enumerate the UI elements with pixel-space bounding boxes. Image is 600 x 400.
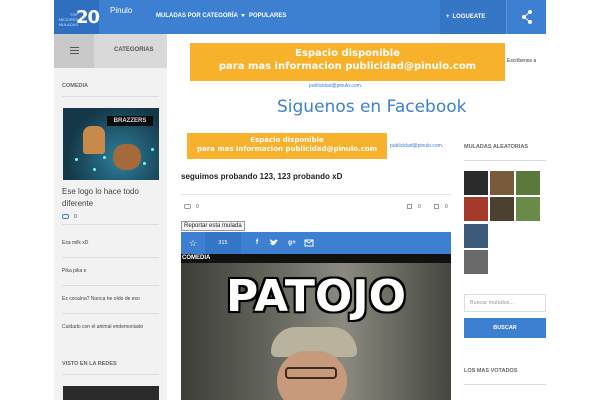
dislike-button[interactable]: 0: [434, 204, 448, 210]
random-thumbnail[interactable]: [490, 171, 514, 195]
ad-side-caption: Escríbenos a: [507, 58, 537, 64]
sidebar-link[interactable]: Es cocaína? Nunca he oído de eso: [62, 296, 140, 302]
sidebar-link[interactable]: Esa milk xD: [62, 240, 88, 246]
top-voted-label: LOS MAS VOTADOS: [464, 368, 518, 374]
thumbs-down-icon: [434, 204, 439, 210]
share-count: 315: [205, 232, 241, 254]
meme-caption: PATOJO: [225, 271, 407, 322]
like-button[interactable]: 0: [407, 204, 421, 210]
random-thumbnail[interactable]: [516, 171, 540, 195]
share-button[interactable]: [506, 0, 546, 34]
divider: [62, 96, 159, 97]
ad-email-link[interactable]: publicidad@pinulo.com.: [390, 143, 443, 149]
star-icon[interactable]: ☆: [181, 232, 205, 254]
comment-icon: [62, 214, 69, 220]
post-category-label[interactable]: COMEDIA: [181, 254, 451, 263]
post-title[interactable]: seguimos probando 123, 123 probando xD: [181, 172, 342, 181]
hamburger-icon: [70, 47, 79, 54]
facebook-icon[interactable]: f: [249, 232, 265, 254]
ad-line-1: Espacio disponible: [295, 48, 400, 59]
post-comments[interactable]: 0: [184, 204, 199, 210]
post-comment-count: 0: [196, 204, 199, 210]
ad-email-link[interactable]: publicidad@pinulo.com.: [309, 83, 362, 89]
email-icon[interactable]: [301, 232, 317, 254]
search-input[interactable]: Buscar mulados...: [464, 294, 546, 312]
ad-line-2: para mas informacion publicidad@pinulo.c…: [218, 61, 477, 72]
share-bar: ☆ 315 f g+: [181, 232, 451, 254]
report-button[interactable]: Reportar esta mulada: [181, 221, 245, 231]
thumbs-up-icon: [407, 204, 412, 210]
random-thumbnail[interactable]: [464, 171, 488, 195]
section-label-comedia: COMEDIA: [62, 83, 88, 89]
left-sidebar: CATEGORIAS COMEDIA BRAZZERS Ese logo lo …: [54, 34, 167, 400]
sidebar-header: CATEGORIAS: [54, 34, 167, 68]
post-image[interactable]: PATOJO: [181, 263, 451, 400]
divider: [181, 194, 451, 195]
random-thumbnail[interactable]: [464, 250, 488, 274]
random-section-label: MULADAS ALEATORIAS: [464, 144, 529, 150]
search-button[interactable]: BUSCAR: [464, 318, 546, 338]
twitter-icon[interactable]: [265, 232, 283, 254]
random-thumbnail[interactable]: [464, 197, 488, 221]
nav-categories[interactable]: MULADAS POR CATEGORÍA: [156, 13, 245, 19]
sidebar-link[interactable]: Cuidado con el animal endemoniado: [62, 324, 143, 330]
divider: [62, 257, 159, 258]
redes-thumbnail[interactable]: [63, 386, 159, 400]
facebook-follow-link[interactable]: Siguenos en Facebook: [277, 97, 467, 117]
nav-populares[interactable]: POPULARES: [249, 13, 286, 19]
like-count: 0: [418, 204, 421, 210]
ad-line-2: para mas informacion publicidad@pinulo.c…: [196, 145, 378, 153]
nav-categories-label: MULADAS POR CATEGORÍA: [156, 13, 238, 19]
featured-thumbnail[interactable]: BRAZZERS: [63, 108, 159, 180]
random-thumbnail[interactable]: [464, 224, 488, 248]
dislike-count: 0: [445, 204, 448, 210]
comment-icon: [184, 204, 191, 210]
sidebar-link[interactable]: Pika pika e: [62, 268, 86, 274]
divider: [62, 285, 159, 286]
divider: [62, 224, 159, 225]
featured-comment-count: 0: [74, 214, 77, 220]
share-icon: [522, 10, 532, 24]
google-plus-icon[interactable]: g+: [283, 232, 301, 254]
divider: [62, 313, 159, 314]
categories-title[interactable]: CATEGORIAS: [114, 47, 154, 53]
ad-line-1: Espacio disponible: [250, 136, 324, 144]
random-thumbnail[interactable]: [516, 197, 540, 221]
ad-banner-small[interactable]: Espacio disponible para mas informacion …: [187, 133, 387, 159]
site-name[interactable]: Pinulo: [110, 6, 132, 15]
plus-icon: +: [446, 14, 450, 20]
site-logo[interactable]: TOP MEJORES MULADAS 20: [54, 0, 100, 34]
divider: [62, 374, 159, 375]
featured-comments[interactable]: 0: [62, 214, 77, 220]
section-label-redes: VISTO EN LA REDES: [62, 361, 117, 367]
divider: [464, 160, 546, 161]
random-thumbnail[interactable]: [490, 197, 514, 221]
menu-toggle-button[interactable]: [54, 34, 94, 68]
logo-number: 20: [76, 7, 100, 28]
login-button[interactable]: +LOGUEATE CHINO!: [440, 0, 506, 54]
thumbnail-brand-text: BRAZZERS: [107, 116, 153, 126]
ad-banner-top[interactable]: Espacio disponible para mas informacion …: [190, 43, 505, 81]
logo-tagline: TOP MEJORES MULADAS: [58, 12, 78, 27]
chevron-down-icon: [240, 13, 245, 17]
featured-title[interactable]: Ese logo lo hace todo diferente: [62, 186, 160, 210]
divider: [464, 384, 546, 385]
